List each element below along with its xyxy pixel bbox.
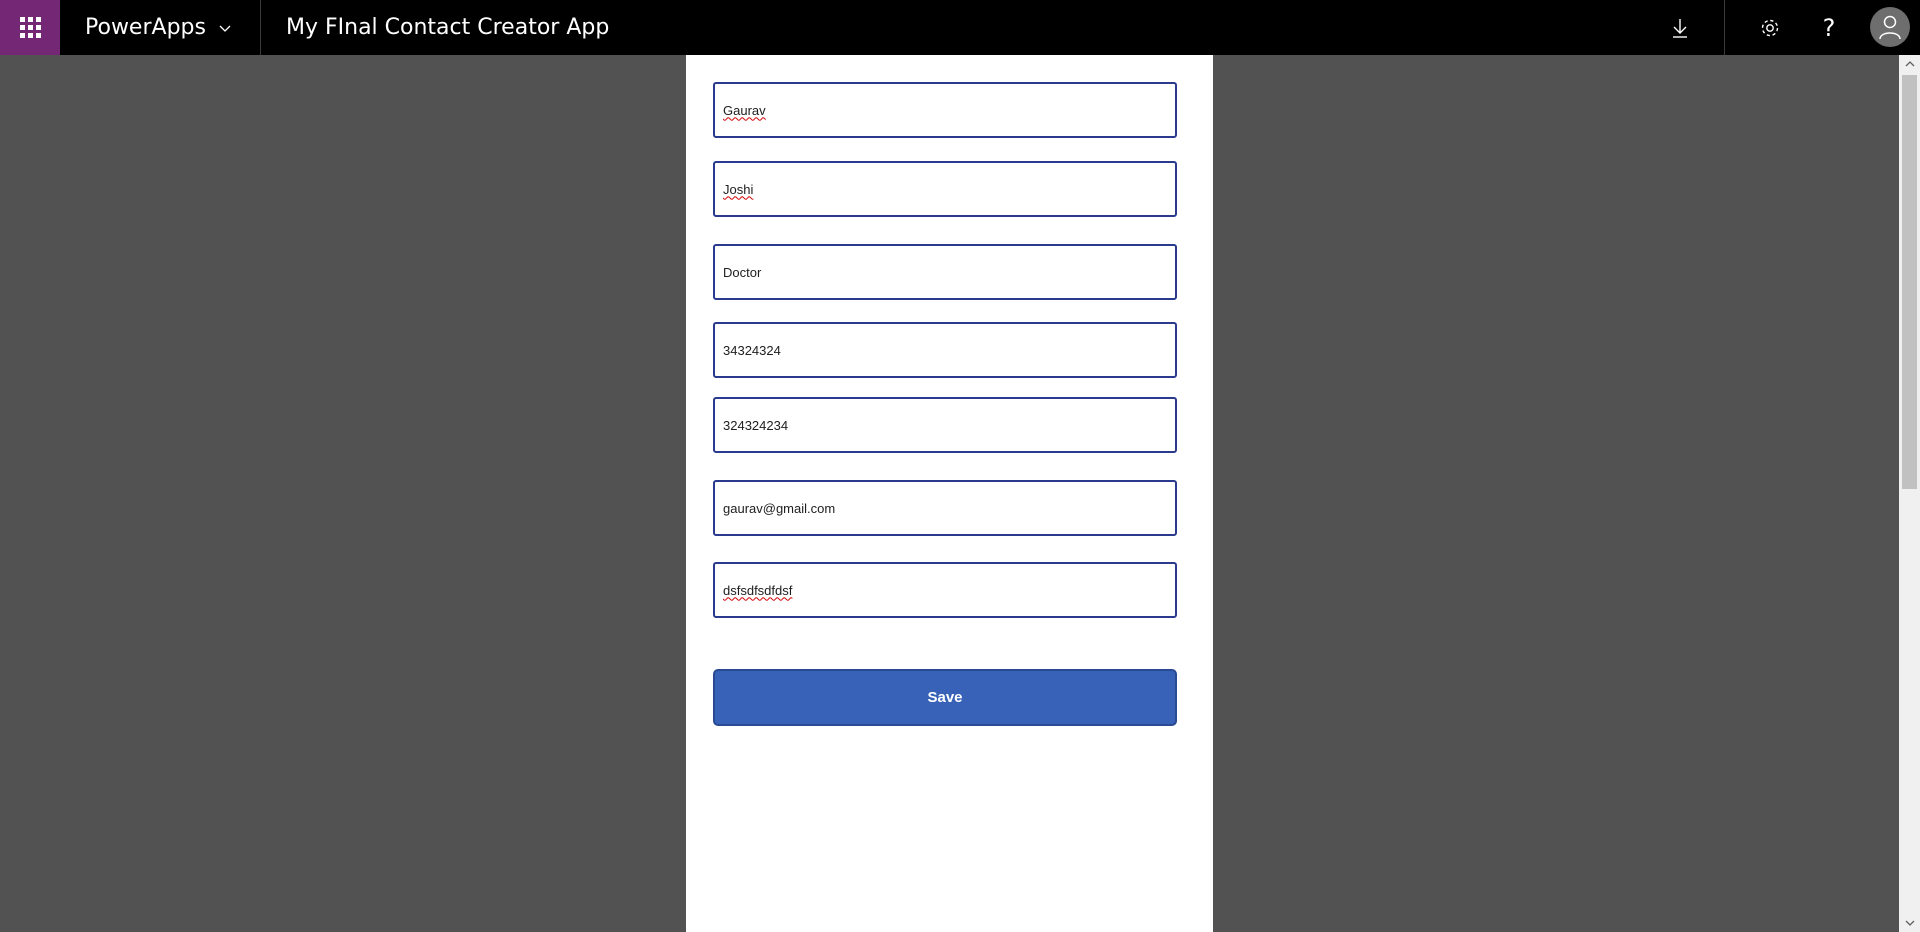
topbar-separator [1724, 0, 1725, 55]
scroll-down-icon [1905, 920, 1914, 926]
powerapps-menu[interactable]: PowerApps [60, 0, 261, 55]
first-name-value: Gaurav [723, 102, 766, 118]
app-launcher-button[interactable] [0, 0, 60, 55]
email-input[interactable]: gaurav@gmail.com [713, 480, 1177, 536]
email-value: gaurav@gmail.com [723, 500, 836, 516]
top-bar: PowerApps My FInal Contact Creator App ? [0, 0, 1920, 55]
save-button[interactable]: Save [713, 669, 1177, 726]
job-title-input[interactable]: Doctor [713, 244, 1177, 300]
chevron-down-icon [219, 25, 231, 32]
last-name-input[interactable]: Joshi [713, 161, 1177, 217]
description-input[interactable]: dsfsdfsdfdsf [713, 562, 1177, 618]
mobile-phone-input[interactable]: 324324234 [713, 397, 1177, 453]
first-name-input[interactable]: Gaurav [713, 82, 1177, 138]
scroll-down-button[interactable] [1899, 914, 1920, 932]
app-title: My FInal Contact Creator App [286, 15, 610, 40]
phone-input[interactable]: 34324324 [713, 322, 1177, 378]
scrollbar-thumb[interactable] [1902, 75, 1917, 489]
settings-icon [1761, 19, 1779, 36]
job-title-value: Doctor [723, 264, 762, 280]
settings-button[interactable] [1745, 0, 1795, 55]
phone-value: 34324324 [723, 342, 781, 358]
last-name-value: Joshi [723, 181, 754, 197]
help-button[interactable]: ? [1804, 0, 1854, 55]
app-canvas: Gaurav Joshi Doctor 34324324 324324234 g… [686, 55, 1213, 932]
scroll-up-button[interactable] [1899, 55, 1920, 73]
help-icon: ? [1822, 13, 1836, 42]
download-button[interactable] [1655, 0, 1705, 55]
user-avatar-icon [1879, 15, 1901, 40]
brand-label: PowerApps [85, 15, 206, 40]
download-icon [1673, 18, 1687, 38]
vertical-scrollbar[interactable] [1899, 55, 1920, 932]
mobile-phone-value: 324324234 [723, 417, 789, 433]
app-launcher-icon [19, 17, 41, 38]
description-value: dsfsdfsdfdsf [723, 582, 793, 598]
user-avatar[interactable] [1870, 7, 1910, 47]
scroll-up-icon [1905, 61, 1914, 67]
